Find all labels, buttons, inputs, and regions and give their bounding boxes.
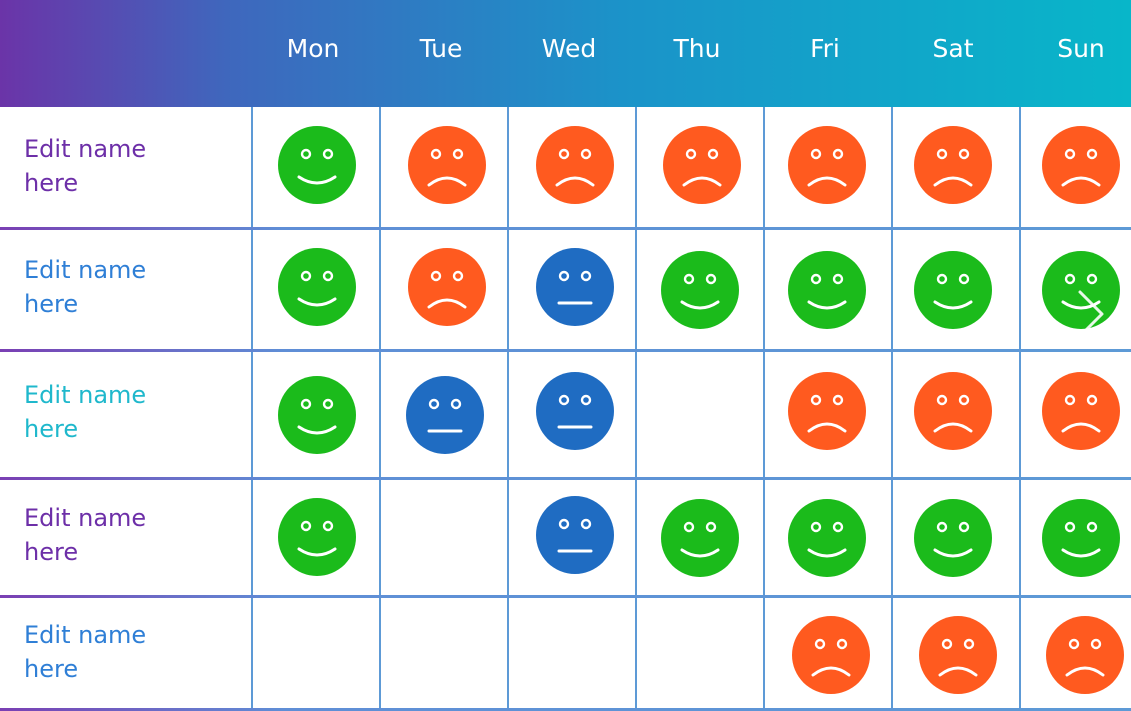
column-divider <box>763 107 765 711</box>
neutral-face-icon <box>536 248 614 326</box>
day-header-sat: Sat <box>932 34 974 63</box>
neutral-face-icon <box>406 376 484 454</box>
row-divider <box>0 595 1131 598</box>
happy-face-icon <box>788 499 866 577</box>
sad-face-icon <box>408 248 486 326</box>
chevron-right-icon[interactable] <box>1074 288 1108 340</box>
happy-face-icon <box>278 248 356 326</box>
neutral-face-icon <box>536 496 614 574</box>
day-header-tue: Tue <box>419 34 463 63</box>
happy-face-icon <box>278 126 356 204</box>
row-name-2[interactable]: Edit name here <box>24 253 154 321</box>
column-divider <box>507 107 509 711</box>
sad-face-icon <box>914 126 992 204</box>
sad-face-icon <box>1042 372 1120 450</box>
happy-face-icon <box>1042 499 1120 577</box>
sad-face-icon <box>1046 616 1124 694</box>
column-divider <box>891 107 893 711</box>
happy-face-icon <box>661 251 739 329</box>
happy-face-icon <box>661 499 739 577</box>
sad-face-icon <box>914 372 992 450</box>
happy-face-icon <box>278 498 356 576</box>
day-header-mon: Mon <box>286 34 340 63</box>
happy-face-icon <box>914 251 992 329</box>
day-header-fri: Fri <box>810 34 840 63</box>
sad-face-icon <box>788 372 866 450</box>
row-name-3[interactable]: Edit name here <box>24 378 154 446</box>
row-divider <box>0 227 1131 230</box>
column-divider <box>251 107 253 711</box>
column-divider <box>379 107 381 711</box>
sad-face-icon <box>663 126 741 204</box>
sad-face-icon <box>1042 126 1120 204</box>
row-name-5[interactable]: Edit name here <box>24 618 154 686</box>
happy-face-icon <box>914 499 992 577</box>
sad-face-icon <box>919 616 997 694</box>
neutral-face-icon <box>536 372 614 450</box>
sad-face-icon <box>536 126 614 204</box>
day-header-sun: Sun <box>1057 34 1105 63</box>
day-header-wed: Wed <box>541 34 597 63</box>
happy-face-icon <box>278 376 356 454</box>
row-divider <box>0 349 1131 352</box>
happy-face-icon <box>788 251 866 329</box>
row-name-4[interactable]: Edit name here <box>24 501 154 569</box>
column-divider <box>1019 107 1021 711</box>
sad-face-icon <box>792 616 870 694</box>
column-divider <box>635 107 637 711</box>
mood-board: Mon Tue Wed Thu Fri Sat Sun Edit name here Edit… <box>0 0 1131 711</box>
row-name-1[interactable]: Edit name here <box>24 132 154 200</box>
day-header-thu: Thu <box>673 34 721 63</box>
sad-face-icon <box>788 126 866 204</box>
sad-face-icon <box>408 126 486 204</box>
row-divider <box>0 477 1131 480</box>
